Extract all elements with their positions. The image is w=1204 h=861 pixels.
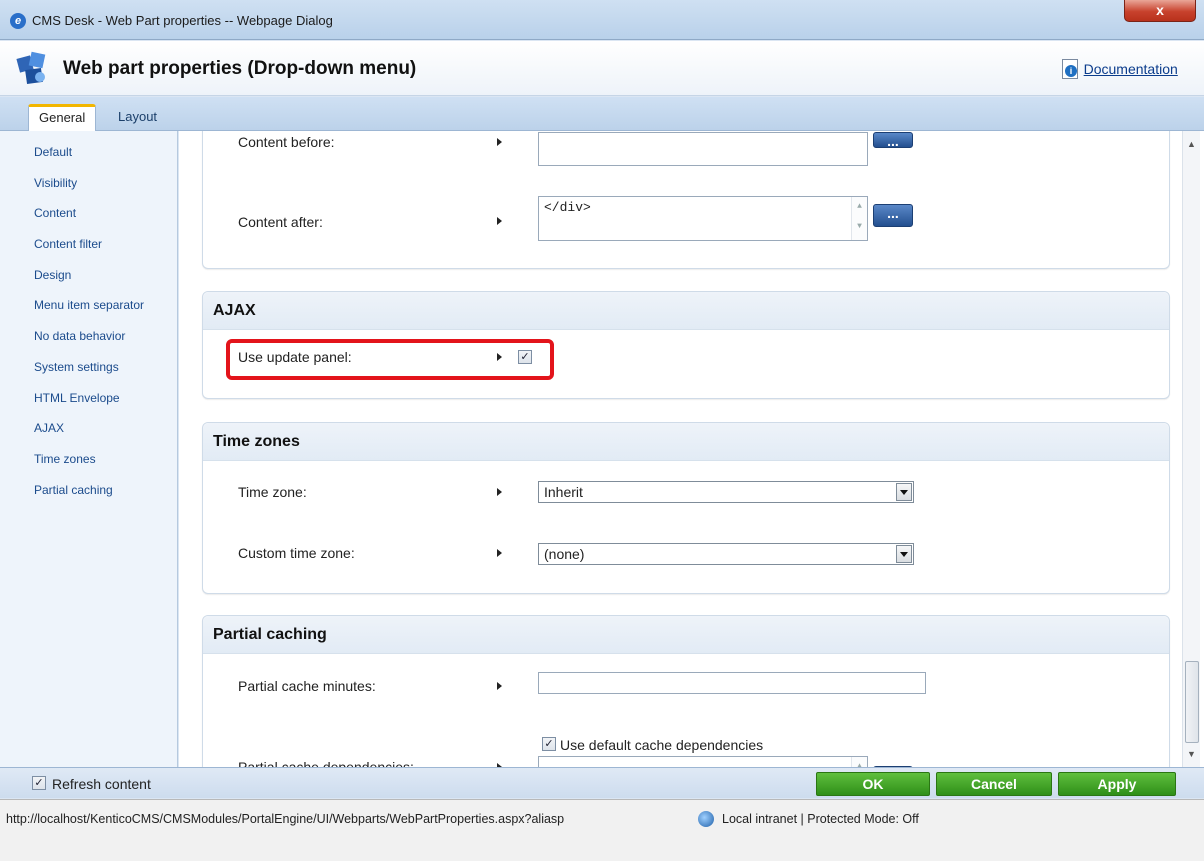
sidebar-item-no-data-behavior[interactable]: No data behavior (34, 329, 125, 343)
globe-icon (698, 811, 714, 827)
time-zone-value: Inherit (544, 484, 583, 500)
partial-cache-minutes-label: Partial cache minutes: (238, 678, 376, 694)
sidebar-item-partial-caching[interactable]: Partial caching (34, 483, 113, 497)
textarea-scrollbar[interactable]: ▲ (851, 757, 867, 767)
webpart-icon (16, 51, 46, 85)
scroll-thumb[interactable] (1185, 661, 1199, 743)
sidebar: Default Visibility Content Content filte… (0, 131, 178, 767)
scroll-up-icon[interactable]: ▲ (1187, 139, 1196, 149)
custom-time-zone-select[interactable]: (none) (538, 543, 914, 565)
sidebar-item-content[interactable]: Content (34, 206, 76, 220)
page-title: Web part properties (Drop-down menu) (63, 58, 417, 79)
sidebar-item-time-zones[interactable]: Time zones (34, 452, 96, 466)
help-arrow-icon (497, 138, 502, 146)
tab-bar: General Layout (0, 97, 1204, 131)
use-default-cache-dependencies-label: Use default cache dependencies (560, 737, 764, 753)
sidebar-item-default[interactable]: Default (34, 145, 72, 159)
refresh-content-checkbox[interactable]: ✓ (32, 776, 46, 790)
window-title: CMS Desk - Web Part properties -- Webpag… (32, 13, 333, 28)
content-before-label: Content before: (238, 134, 335, 150)
security-zone: Local intranet | Protected Mode: Off (722, 812, 919, 826)
close-button[interactable]: x (1124, 0, 1196, 22)
apply-button[interactable]: Apply (1058, 772, 1176, 796)
status-url: http://localhost/KenticoCMS/CMSModules/P… (6, 812, 565, 826)
sidebar-item-design[interactable]: Design (34, 268, 71, 282)
ajax-panel-title: AJAX (203, 292, 1169, 330)
partial-caching-panel-title: Partial caching (203, 616, 1169, 654)
content-after-label: Content after: (238, 214, 323, 230)
main-scrollbar[interactable]: ▲ ▼ (1182, 131, 1200, 767)
partial-cache-dependencies-input[interactable]: ▲ (538, 756, 868, 767)
help-arrow-icon (497, 217, 502, 225)
chevron-down-icon[interactable] (896, 483, 912, 501)
documentation-link[interactable]: i Documentation (1062, 59, 1178, 79)
documentation-icon: i (1062, 59, 1078, 79)
sidebar-item-ajax[interactable]: AJAX (34, 421, 64, 435)
sidebar-item-menu-item-separator[interactable]: Menu item separator (34, 298, 144, 312)
documentation-label[interactable]: Documentation (1084, 61, 1178, 77)
help-arrow-icon (497, 488, 502, 496)
time-zone-select[interactable]: Inherit (538, 481, 914, 503)
highlight-box (226, 339, 554, 380)
content-before-edit-button[interactable]: ... (873, 132, 913, 149)
scroll-down-icon[interactable]: ▼ (1187, 749, 1196, 759)
content-after-value: </div> (544, 200, 591, 215)
ie-icon: e (10, 13, 26, 29)
properties-content: Content before: ... Content after: </div… (179, 131, 1204, 767)
cancel-button[interactable]: Cancel (936, 772, 1052, 796)
time-zones-panel: Time zones Time zone: Inherit Custom tim… (202, 422, 1170, 594)
ok-button[interactable]: OK (816, 772, 930, 796)
use-default-cache-dependencies-checkbox[interactable]: ✓ (542, 737, 556, 751)
window-titlebar: e CMS Desk - Web Part properties -- Webp… (0, 0, 1204, 40)
tab-layout[interactable]: Layout (108, 104, 167, 131)
chevron-down-icon[interactable] (896, 545, 912, 563)
time-zones-panel-title: Time zones (203, 423, 1169, 461)
content-before-input[interactable] (538, 132, 868, 166)
custom-time-zone-label: Custom time zone: (238, 545, 355, 561)
sidebar-item-visibility[interactable]: Visibility (34, 176, 77, 190)
time-zone-label: Time zone: (238, 484, 307, 500)
partial-caching-panel: Partial caching Partial cache minutes: ✓… (202, 615, 1170, 767)
tab-general[interactable]: General (28, 104, 97, 131)
content-after-input[interactable]: </div> ▲ ▼ (538, 196, 868, 241)
dialog-footer: ✓ Refresh content OK Cancel Apply (0, 767, 1204, 798)
partial-cache-dependencies-label: Partial cache dependencies: (238, 759, 414, 767)
refresh-content-label: Refresh content (52, 776, 151, 792)
status-bar: http://localhost/KenticoCMS/CMSModules/P… (0, 799, 1204, 861)
content-after-edit-button[interactable]: ... (873, 204, 913, 227)
help-arrow-icon (497, 549, 502, 557)
textarea-scrollbar[interactable]: ▲ ▼ (851, 197, 867, 240)
custom-time-zone-value: (none) (544, 546, 585, 562)
sidebar-item-system-settings[interactable]: System settings (34, 360, 119, 374)
sidebar-item-content-filter[interactable]: Content filter (34, 237, 102, 251)
sidebar-item-html-envelope[interactable]: HTML Envelope (34, 391, 120, 405)
html-envelope-panel: Content before: ... Content after: </div… (202, 131, 1170, 269)
partial-cache-minutes-input[interactable] (538, 672, 926, 694)
help-arrow-icon (497, 682, 502, 690)
dialog-header: Web part properties (Drop-down menu) i D… (0, 41, 1204, 96)
